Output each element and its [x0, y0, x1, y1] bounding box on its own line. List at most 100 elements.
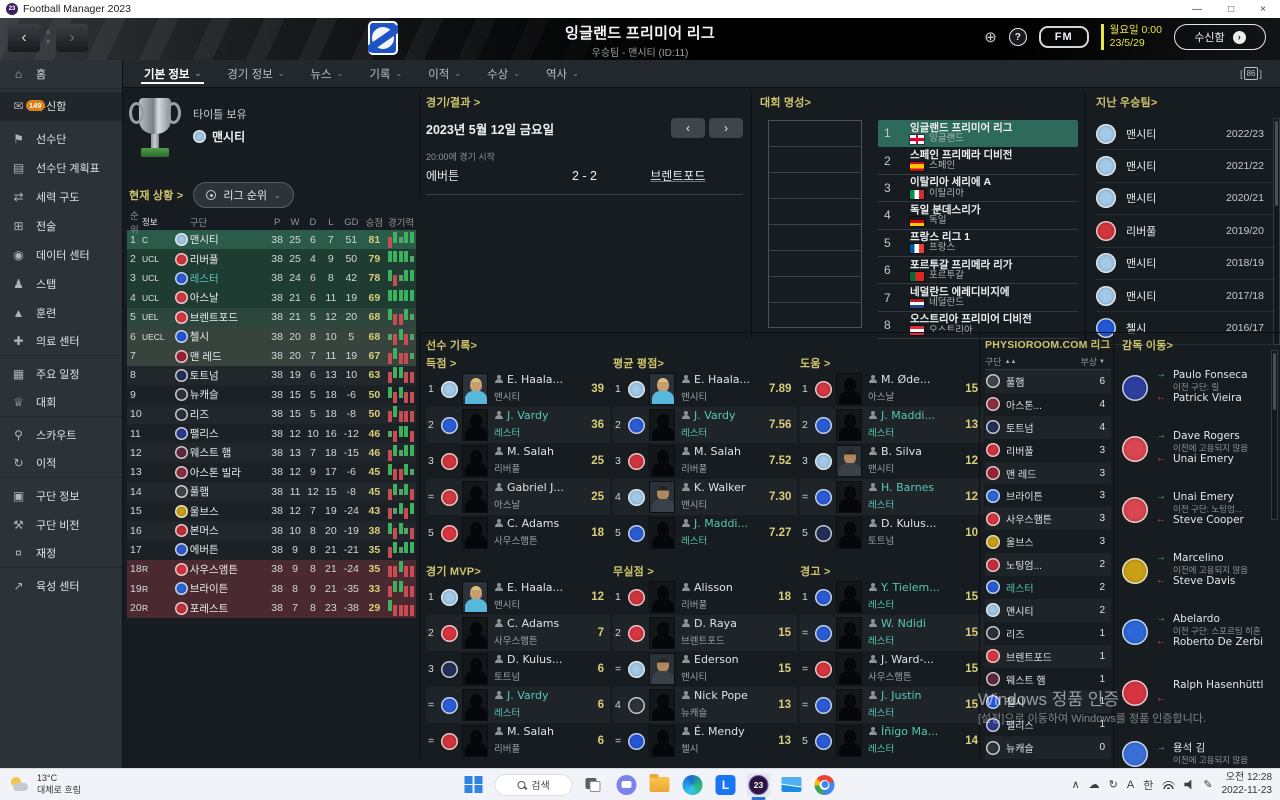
- table-row[interactable]: 10 리즈 38 15 5 18 -8 50: [127, 404, 416, 424]
- minimize-button[interactable]: —: [1192, 4, 1202, 15]
- stat-group-link[interactable]: 경기 MVP>: [426, 563, 610, 579]
- filter-icon[interactable]: ▼: [1099, 359, 1105, 365]
- scrollbar[interactable]: [1271, 350, 1278, 520]
- manager-move-entry[interactable]: Abelardo 이전 구단: 스포르팅 히혼 Roberto De Zerbi: [1122, 601, 1280, 662]
- wifi-icon[interactable]: [1162, 780, 1176, 789]
- tab-basic-info[interactable]: 기본 정보 ⌄: [131, 60, 214, 87]
- table-row[interactable]: 4 UCL 아스날 38 21 6 11 19 69: [127, 288, 416, 308]
- current-status-link[interactable]: 현재 상황 >: [129, 187, 183, 203]
- physio-row[interactable]: 리즈 1: [985, 622, 1111, 645]
- tab-news[interactable]: 뉴스 ⌄: [297, 60, 356, 87]
- stat-group-link[interactable]: 평균 평점>: [613, 355, 797, 371]
- mail-button[interactable]: [780, 773, 804, 797]
- stat-row[interactable]: 1 Alisson 리버풀 18: [613, 579, 797, 615]
- winner-row[interactable]: 맨시티 2020/21: [1096, 183, 1280, 216]
- physio-row[interactable]: 웨스트 햄 1: [985, 668, 1111, 691]
- sidebar-item-medical-centre[interactable]: ✚ 의료 센터: [0, 327, 122, 356]
- chat-button[interactable]: [615, 773, 639, 797]
- ime-latin-indicator[interactable]: A: [1127, 779, 1134, 791]
- winner-row[interactable]: 맨시티 2017/18: [1096, 280, 1280, 313]
- sidebar-item-club-vision[interactable]: ⚒ 구단 비전: [0, 510, 122, 539]
- stat-row[interactable]: 4 K. Walker 맨시티 7.30: [613, 479, 797, 515]
- manager-move-entry[interactable]: 용석 김 이전에 고용되지 않음: [1122, 723, 1280, 768]
- table-row[interactable]: 20 R 포레스트 38 7 8 23 -38 29: [127, 598, 416, 618]
- sidebar-item-staff[interactable]: ♟ 스탭: [0, 269, 122, 298]
- fm23-taskbar-button[interactable]: 23: [746, 772, 771, 800]
- globe-icon[interactable]: ⊕: [984, 28, 997, 46]
- manager-move-entry[interactable]: Ralph Hasenhüttl: [1122, 662, 1280, 723]
- stat-row[interactable]: = J. Justin 레스터 15: [800, 687, 984, 723]
- tab-history[interactable]: 역사 ⌄: [533, 60, 592, 87]
- table-row[interactable]: 3 UCL 레스터 38 24 6 8 42 78: [127, 268, 416, 289]
- physio-row[interactable]: 사우스햄튼 3: [985, 507, 1111, 531]
- stat-row[interactable]: 4 Nick Pope 뉴캐슬 13: [613, 687, 797, 723]
- physio-row[interactable]: 레스터 2: [985, 576, 1111, 599]
- manager-move-entry[interactable]: Unai Emery 이전 구단: 노팅엄... Steve Cooper: [1122, 479, 1280, 540]
- table-header[interactable]: 순위 정보 구단 P W D L GD 승점 경기력: [127, 211, 416, 236]
- table-row[interactable]: 13 아스톤 빌라 38 12 9 17 -6 45: [127, 462, 416, 483]
- player-stats-link[interactable]: 선수 기록>: [426, 337, 979, 353]
- stat-row[interactable]: 3 M. Salah: [613, 443, 797, 479]
- manager-moves-link[interactable]: 감독 이동>: [1122, 337, 1280, 353]
- stat-row[interactable]: 3 D. Kulus... 토트넘 6: [426, 651, 610, 687]
- sidebar-item-club-info[interactable]: ▣ 구단 정보: [0, 481, 122, 510]
- match-section-link[interactable]: 경기/결과 >: [426, 94, 743, 110]
- away-team[interactable]: 브렌트포드: [616, 167, 743, 184]
- stat-row[interactable]: = W. Ndidi 레스터 15: [800, 615, 984, 651]
- forward-button[interactable]: ›: [56, 24, 89, 52]
- table-row[interactable]: 1 C 맨시티 38 25 6 7 51 81: [127, 230, 416, 250]
- l-app-button[interactable]: L: [714, 773, 738, 797]
- onedrive-icon[interactable]: ☁: [1089, 778, 1100, 791]
- weather-widget[interactable]: 13°C 대체로 흐림: [10, 773, 81, 796]
- sidebar-item-home[interactable]: ⌂ 홈: [0, 60, 122, 89]
- prev-match-button[interactable]: ‹: [671, 118, 705, 138]
- stat-row[interactable]: 2 J. Vardy: [613, 407, 797, 443]
- table-row[interactable]: 19 R 브라이튼 38 8 9 21 -35 33: [127, 579, 416, 599]
- physio-table-header[interactable]: 구단 ▲▲ 부상 ▼: [985, 354, 1111, 370]
- sidebar-item-squad-planner[interactable]: ▤ 선수단 계획표: [0, 153, 122, 182]
- tab-match-info[interactable]: 경기 정보 ⌄: [214, 60, 297, 87]
- pen-icon[interactable]: ✎: [1203, 778, 1212, 791]
- physio-row[interactable]: 브라이튼 3: [985, 484, 1111, 507]
- manager-move-entry[interactable]: Paulo Fonseca 이전 구단: 릴 Patrick Vieira: [1122, 357, 1280, 418]
- physio-row[interactable]: 아스톤... 4: [985, 393, 1111, 416]
- stat-row[interactable]: 5 D. Kulus... 토트넘 10: [800, 515, 984, 551]
- physio-row[interactable]: 울브스 3: [985, 530, 1111, 553]
- title-holder-club[interactable]: 맨시티: [193, 128, 247, 145]
- back-button[interactable]: ‹: [8, 24, 40, 52]
- tray-expand-chevron[interactable]: ∧: [1072, 778, 1080, 791]
- physio-row[interactable]: 첼시 1: [985, 690, 1111, 714]
- stat-row[interactable]: 1 Y. Tielem... 레스터 15: [800, 579, 984, 615]
- task-view-button[interactable]: [582, 773, 606, 797]
- edge-button[interactable]: [681, 773, 705, 797]
- maximize-button[interactable]: □: [1228, 4, 1234, 15]
- home-team[interactable]: 에버튼: [426, 167, 553, 184]
- sidebar-item-training[interactable]: ▲ 훈련: [0, 298, 122, 327]
- help-button[interactable]: ?: [1008, 28, 1027, 47]
- reputation-row[interactable]: 4 독일 분데스리가 독일: [878, 202, 1078, 230]
- start-button[interactable]: [462, 773, 486, 797]
- table-row[interactable]: 8 토트넘 38 19 6 13 10 63: [127, 365, 416, 386]
- sidebar-item-transfers[interactable]: ↻ 이적: [0, 449, 122, 478]
- file-explorer-button[interactable]: [648, 773, 672, 797]
- manager-move-entry[interactable]: Dave Rogers 이전에 고용되지 않음 Unai Emery: [1122, 418, 1280, 479]
- sidebar-item-scouting[interactable]: ⚲ 스카우트: [0, 420, 122, 449]
- stat-row[interactable]: 1 E. Haala...: [613, 371, 797, 407]
- sidebar-item-dynamics[interactable]: ⇄ 세력 구도: [0, 182, 122, 211]
- broadcast-mode-icon[interactable]: [86]: [1240, 67, 1262, 80]
- physio-row[interactable]: 맨 레드 3: [985, 461, 1111, 485]
- stat-row[interactable]: = Ederson 맨시티 15: [613, 651, 797, 687]
- sidebar-item-data-hub[interactable]: ◉ 데이터 센터: [0, 240, 122, 269]
- view-selector-dropdown[interactable]: 리그 순위 ⌄: [193, 182, 294, 208]
- stat-row[interactable]: 1 E. Haala...: [426, 371, 610, 407]
- table-row[interactable]: 2 UCL 리버풀 38 25 4 9 50 79: [127, 249, 416, 269]
- reputation-row[interactable]: 6 포르투갈 프리메라 리가 포르투갈: [878, 257, 1078, 285]
- sidebar-item-tactics[interactable]: ⊞ 전술: [0, 211, 122, 240]
- table-row[interactable]: 9 뉴캐슬 38 15 5 18 -6 50: [127, 385, 416, 405]
- table-row[interactable]: 16 본머스 38 10 8 20 -19 38: [127, 520, 416, 541]
- physio-row[interactable]: 팰리스 1: [985, 713, 1111, 736]
- physio-row[interactable]: 브렌트포드 1: [985, 644, 1111, 668]
- sidebar-item-squad[interactable]: ⚑ 선수단: [0, 124, 122, 153]
- tab-awards[interactable]: 수상 ⌄: [474, 60, 533, 87]
- table-row[interactable]: 5 UEL 브렌트포드 38 21 5 12 20 68: [127, 307, 416, 327]
